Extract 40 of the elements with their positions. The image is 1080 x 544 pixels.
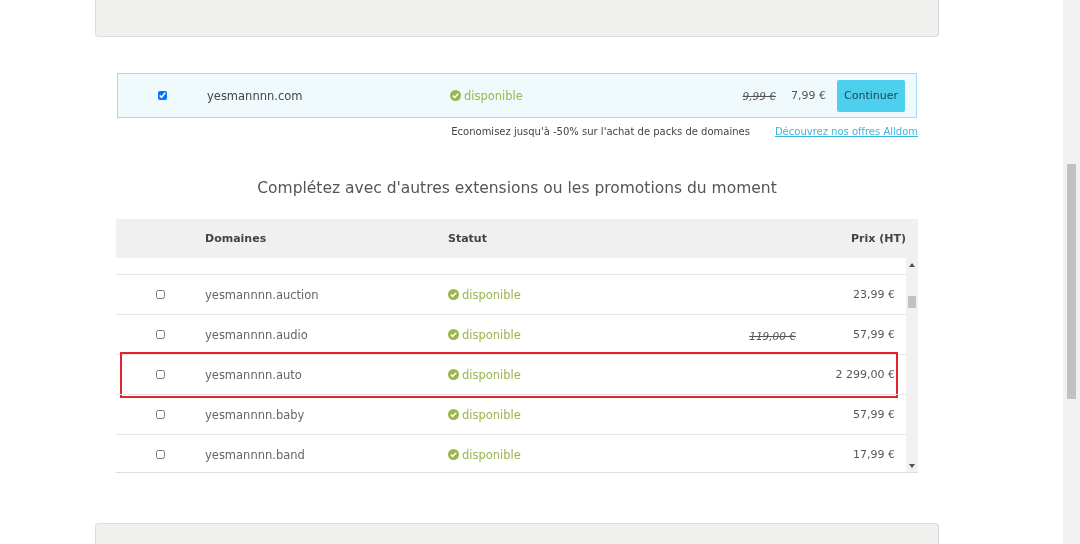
page-scrollbar[interactable] [1063,0,1080,544]
domain-name: yesmannnn.band [205,447,306,462]
domain-name: yesmannnn.auction [205,287,320,302]
status: disponible [448,407,676,422]
column-header: Domaines [205,232,268,245]
old-price: 9,99 € [742,89,776,102]
status: disponible [448,447,676,462]
domain-name: yesmannnn.audio [205,327,309,342]
price: 7,99 € [791,89,826,102]
section-heading: Complétez avec d'autres extensions ou les promotions du moment [257,179,777,197]
domain-name: yesmannnn.baby [205,407,306,422]
continue-button[interactable]: Continuer [837,79,905,112]
price: 23,99 € [852,288,895,301]
checkbox[interactable] [156,370,165,379]
check-icon [448,369,459,380]
price: 57,99 € [852,328,895,341]
price: 57,99 € [852,408,895,421]
price: 2 299,00 € [834,368,895,381]
status: disponible [448,287,676,302]
scrollbar[interactable] [906,258,918,472]
checkbox[interactable] [158,91,167,100]
checkbox[interactable] [156,410,165,419]
status: disponible [448,367,676,382]
price: 17,99 € [852,448,895,461]
check-icon [448,449,459,460]
column-header: Statut [448,232,487,245]
check-icon [448,409,459,420]
promo-text: Economisez jusqu'à -50% sur l'achat de packs de domaines [451,126,750,137]
checkbox[interactable] [156,330,165,339]
status: disponible [450,88,743,103]
check-icon [448,329,459,340]
column-header: Prix (HT) [851,232,906,245]
domain-name: yesmannnn.com [207,88,304,103]
domain-name: yesmannnn.auto [205,367,303,382]
checkbox[interactable] [156,450,165,459]
checkbox[interactable] [156,290,165,299]
check-icon [450,90,461,101]
old-price: 119,00 € [749,330,796,342]
status: disponible [448,327,676,342]
check-icon [448,289,459,300]
